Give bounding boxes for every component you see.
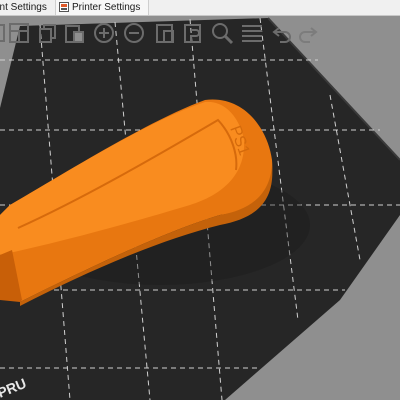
arrange-icon <box>9 23 29 43</box>
printer-settings-icon <box>59 2 69 13</box>
add-instance-icon <box>94 23 114 43</box>
tab-printer-settings[interactable]: Printer Settings <box>55 0 150 15</box>
remove-instance-icon <box>124 23 144 43</box>
layers-editing-button[interactable] <box>240 19 264 47</box>
split-to-parts-icon <box>184 24 201 43</box>
tab-bar: ent Settings Printer Settings <box>0 0 400 16</box>
tab-printer-settings-label: Printer Settings <box>72 2 141 13</box>
redo-button[interactable] <box>296 19 320 47</box>
copy-button[interactable] <box>36 19 60 47</box>
3d-viewport[interactable]: PRU PS1 <box>0 16 400 400</box>
layers-editing-icon <box>242 25 262 42</box>
paste-icon <box>65 25 84 43</box>
split-to-parts-button[interactable] <box>182 19 206 47</box>
paste-button[interactable] <box>62 19 86 47</box>
split-to-objects-button[interactable] <box>154 19 178 47</box>
undo-icon <box>272 27 291 43</box>
copy-icon <box>39 24 56 43</box>
tab-print-settings[interactable]: ent Settings <box>0 0 54 15</box>
search-button[interactable] <box>210 19 234 47</box>
arrange-button[interactable] <box>8 19 32 47</box>
search-icon <box>212 23 234 45</box>
split-to-objects-icon <box>156 24 174 43</box>
tab-print-settings-label: ent Settings <box>0 2 47 13</box>
remove-instance-button[interactable] <box>122 19 146 47</box>
undo-button[interactable] <box>270 19 294 47</box>
redo-icon <box>299 27 318 43</box>
add-instance-button[interactable] <box>92 19 116 47</box>
